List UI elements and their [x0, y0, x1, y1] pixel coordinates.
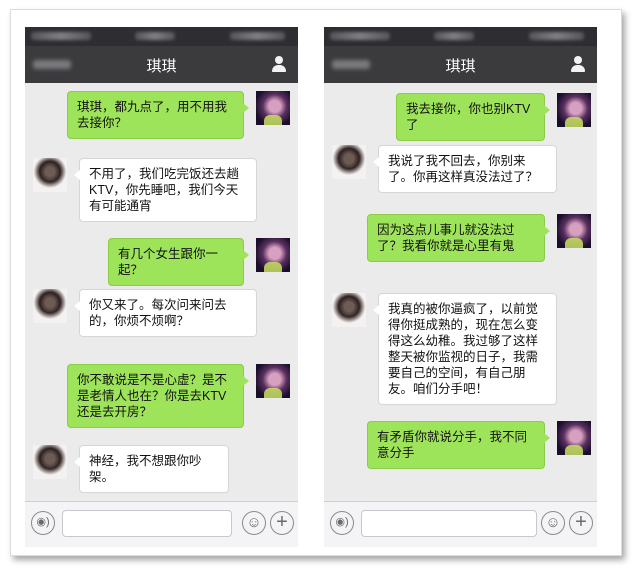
message-row: 神经，我不想跟你吵架。	[25, 445, 298, 493]
chat-screen-left: 琪琪 琪琪，都九点了，用不用我去接你？ 不用了，我们吃完饭还去趟KTV，你先睡吧…	[25, 27, 298, 547]
person-icon[interactable]	[569, 55, 587, 73]
avatar[interactable]	[332, 293, 366, 327]
input-bar: ◉) ☺ +	[25, 501, 298, 547]
message-bubble-received[interactable]: 你又来了。每次问来问去的，你烦不烦啊？	[74, 289, 257, 337]
status-bar	[25, 27, 298, 46]
voice-icon[interactable]: ◉)	[330, 511, 354, 535]
screenshot-frame: 琪琪 琪琪，都九点了，用不用我去接你？ 不用了，我们吃完饭还去趟KTV，你先睡吧…	[10, 9, 622, 556]
message-bubble-sent[interactable]: 你不敢说是不是心虚？是不是老情人也在？你是去KTV还是去开房？	[67, 364, 249, 428]
chat-title: 琪琪	[146, 58, 177, 75]
emoji-icon[interactable]: ☺	[242, 511, 266, 535]
avatar[interactable]	[557, 214, 591, 248]
status-bar-battery	[230, 32, 285, 40]
message-row: 我真的被你逼疯了，以前觉得你挺成熟的，现在怎么变得这么幼稚。我过够了这样整天被你…	[324, 293, 597, 408]
avatar[interactable]	[33, 445, 67, 479]
status-bar-time	[434, 32, 474, 40]
nav-bar: 琪琪	[324, 46, 597, 83]
message-row: 你又来了。每次问来问去的，你烦不烦啊？	[25, 289, 298, 339]
avatar[interactable]	[256, 238, 290, 272]
message-input[interactable]	[361, 510, 537, 537]
status-bar-battery	[529, 32, 584, 40]
message-bubble-sent[interactable]: 琪琪，都九点了，用不用我去接你？	[67, 91, 249, 139]
nav-bar: 琪琪	[25, 46, 298, 83]
person-icon[interactable]	[270, 55, 288, 73]
avatar[interactable]	[332, 145, 366, 179]
message-bubble-sent[interactable]: 有矛盾你就说分手，我不同意分手	[367, 421, 550, 469]
chat-title: 琪琪	[445, 58, 476, 75]
plus-icon[interactable]: +	[569, 511, 593, 535]
avatar[interactable]	[256, 91, 290, 125]
message-row: 有几个女生跟你一起？	[25, 238, 298, 286]
message-bubble-received[interactable]: 不用了，我们吃完饭还去趟KTV，你先睡吧，我们今天有可能通宵	[74, 158, 257, 222]
avatar[interactable]	[557, 93, 591, 127]
message-row: 你不敢说是不是心虚？是不是老情人也在？你是去KTV还是去开房？	[25, 364, 298, 429]
status-bar	[324, 27, 597, 46]
message-row: 我说了我不回去，你别来了。你再这样真没法过了？	[324, 145, 597, 195]
avatar[interactable]	[256, 364, 290, 398]
status-bar-time	[135, 32, 175, 40]
avatar[interactable]	[33, 158, 67, 192]
message-bubble-received[interactable]: 神经，我不想跟你吵架。	[74, 445, 229, 493]
message-row: 不用了，我们吃完饭还去趟KTV，你先睡吧，我们今天有可能通宵	[25, 158, 298, 223]
avatar[interactable]	[557, 421, 591, 455]
emoji-icon[interactable]: ☺	[541, 511, 565, 535]
message-bubble-received[interactable]: 我真的被你逼疯了，以前觉得你挺成熟的，现在怎么变得这么幼稚。我过够了这样整天被你…	[373, 293, 557, 405]
plus-icon[interactable]: +	[270, 511, 294, 535]
status-bar-info	[330, 32, 390, 40]
message-row: 琪琪，都九点了，用不用我去接你？	[25, 91, 298, 141]
message-bubble-sent[interactable]: 因为这点儿事儿就没法过了？我看你就是心里有鬼	[367, 214, 550, 262]
message-input[interactable]	[62, 510, 232, 537]
message-bubble-sent[interactable]: 我去接你，你也别KTV了	[396, 93, 550, 141]
message-bubble-sent[interactable]: 有几个女生跟你一起？	[108, 238, 249, 286]
input-bar: ◉) ☺ +	[324, 501, 597, 547]
message-row: 因为这点儿事儿就没法过了？我看你就是心里有鬼	[324, 214, 597, 264]
status-bar-info	[31, 32, 91, 40]
voice-icon[interactable]: ◉)	[31, 511, 55, 535]
message-row: 我去接你，你也别KTV了	[324, 93, 597, 141]
message-bubble-received[interactable]: 我说了我不回去，你别来了。你再这样真没法过了？	[373, 145, 557, 193]
avatar[interactable]	[33, 289, 67, 323]
chat-screen-right: 琪琪 我去接你，你也别KTV了 我说了我不回去，你别来了。你再这样真没法过了？ …	[324, 27, 597, 547]
message-row: 有矛盾你就说分手，我不同意分手	[324, 421, 597, 471]
